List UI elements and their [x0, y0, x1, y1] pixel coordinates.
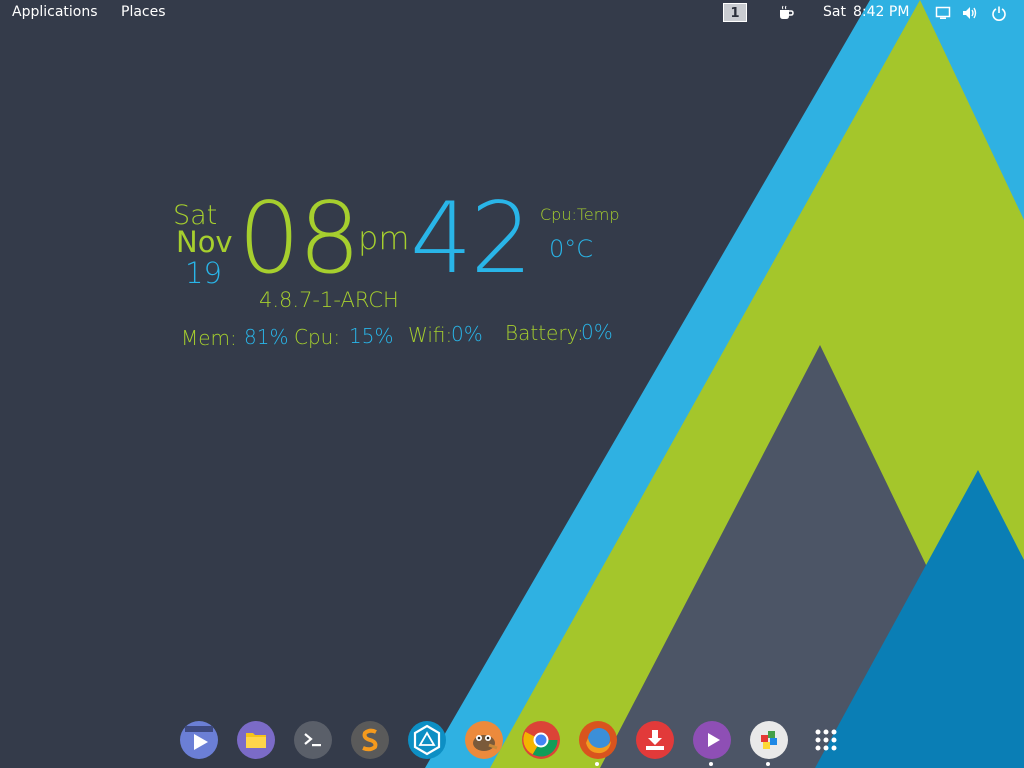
terminal-icon[interactable]: [294, 721, 332, 759]
video-player-icon[interactable]: [180, 721, 218, 759]
coffee-icon[interactable]: [778, 5, 794, 21]
conky-hour: 08: [238, 182, 361, 296]
conky-ampm: pm: [358, 219, 410, 257]
running-indicator-software-center: [766, 762, 770, 766]
conky-wifi-value: 0%: [451, 322, 483, 346]
conky-cpu-temp-label: Cpu:Temp: [540, 205, 620, 224]
conky-wifi-label: Wifi:: [408, 323, 453, 347]
conky-minute: 42: [410, 182, 533, 296]
software-center-icon[interactable]: [750, 721, 788, 759]
screen-icon[interactable]: [935, 5, 951, 21]
volume-icon[interactable]: [962, 5, 978, 21]
media-player-icon[interactable]: [693, 721, 731, 759]
desktop-wallpaper: [0, 0, 1024, 768]
applications-menu[interactable]: Applications: [12, 4, 98, 20]
running-indicator-firefox: [595, 762, 599, 766]
conky-mem-value: 81%: [244, 325, 289, 349]
app-grid-icon[interactable]: [807, 721, 845, 759]
conky-battery-label: Battery:: [505, 321, 584, 345]
top-panel: Applications Places 1 Sat 8:42 PM: [0, 0, 1024, 26]
conky-mem-label: Mem:: [181, 326, 237, 350]
conky-cpu-temp-value: 0°C: [549, 235, 594, 263]
ingress-icon[interactable]: [408, 721, 446, 759]
conky-cpu-value: 15%: [349, 324, 394, 348]
conky-battery-value: 0%: [581, 320, 613, 344]
firefox-icon[interactable]: [579, 721, 617, 759]
conky-kernel: 4.8.7-1-ARCH: [259, 288, 399, 312]
chrome-icon[interactable]: [522, 721, 560, 759]
files-icon[interactable]: [237, 721, 275, 759]
places-menu[interactable]: Places: [121, 4, 166, 20]
clock-day[interactable]: Sat: [823, 4, 846, 20]
downloader-icon[interactable]: [636, 721, 674, 759]
sublime-text-icon[interactable]: [351, 721, 389, 759]
conky-date: 19: [185, 256, 222, 290]
conky-cpu-label: Cpu:: [294, 325, 341, 349]
workspace-indicator[interactable]: 1: [723, 3, 747, 22]
gimp-icon[interactable]: [465, 721, 503, 759]
clock-time[interactable]: 8:42 PM: [853, 4, 909, 20]
running-indicator-media-player: [709, 762, 713, 766]
power-icon[interactable]: [991, 5, 1007, 21]
conky-month: Nov: [176, 225, 233, 259]
